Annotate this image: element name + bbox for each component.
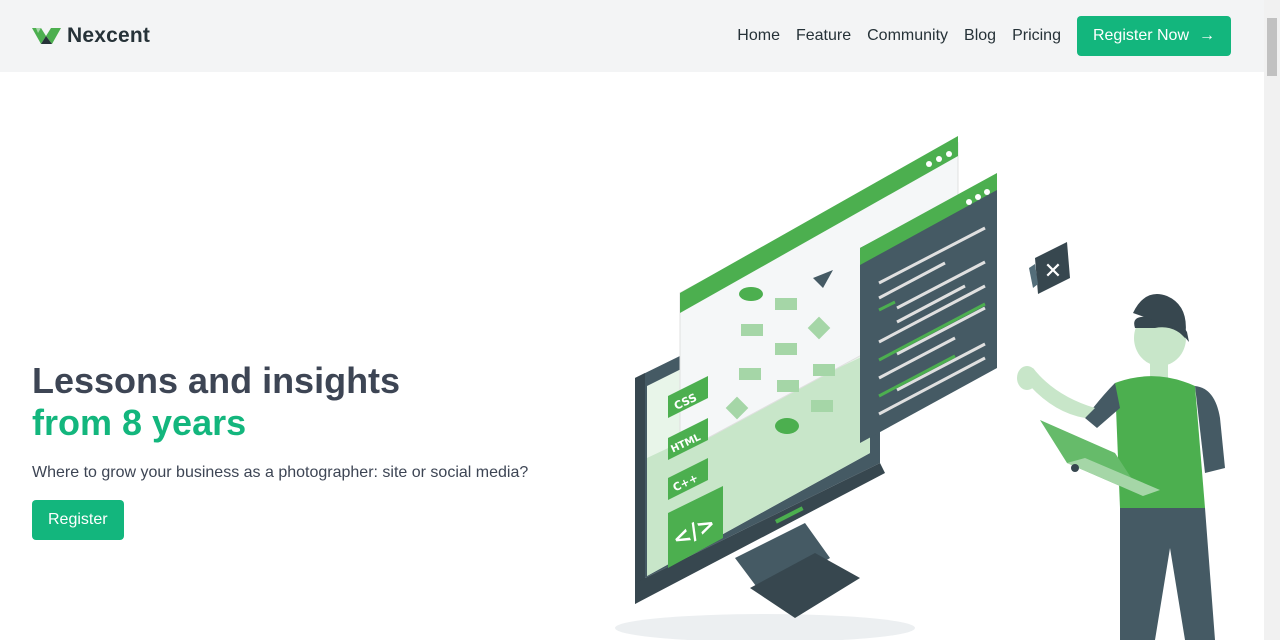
hero-illustration: CSS HTML C++ </> ✕ [615,136,1225,640]
scrollbar-thumb[interactable] [1267,18,1277,76]
nav-home-link[interactable]: Home [737,27,780,45]
hero-title-line-1: Lessons and insights [32,360,401,401]
register-now-button[interactable]: Register Now → [1076,16,1231,56]
brand-logo[interactable]: Nexcent [32,24,150,48]
hero-title-line-2: from 8 years [32,402,247,443]
main-nav: Home Feature Community Blog Pricing Regi… [737,16,1231,56]
nav-community-link[interactable]: Community [867,27,948,45]
brand-name: Nexcent [67,24,151,47]
close-x-icon: ✕ [1044,259,1062,284]
nexcent-logo-icon [32,28,61,44]
arrow-right-icon: → [1199,27,1215,44]
nav-blog-link[interactable]: Blog [964,27,996,45]
nav-feature-link[interactable]: Feature [796,27,851,45]
register-button[interactable]: Register [32,500,124,540]
hero-subtitle: Where to grow your business as a photogr… [32,464,529,481]
vertical-scrollbar[interactable] [1264,0,1280,640]
page: Nexcent Home Feature Community Blog Pric… [0,0,1264,640]
nav-pricing-link[interactable]: Pricing [1012,27,1061,45]
register-now-label: Register Now [1092,27,1189,44]
hero-section: Lessons and insights from 8 years Where … [32,360,572,540]
site-header: Nexcent Home Feature Community Blog Pric… [0,0,1264,72]
